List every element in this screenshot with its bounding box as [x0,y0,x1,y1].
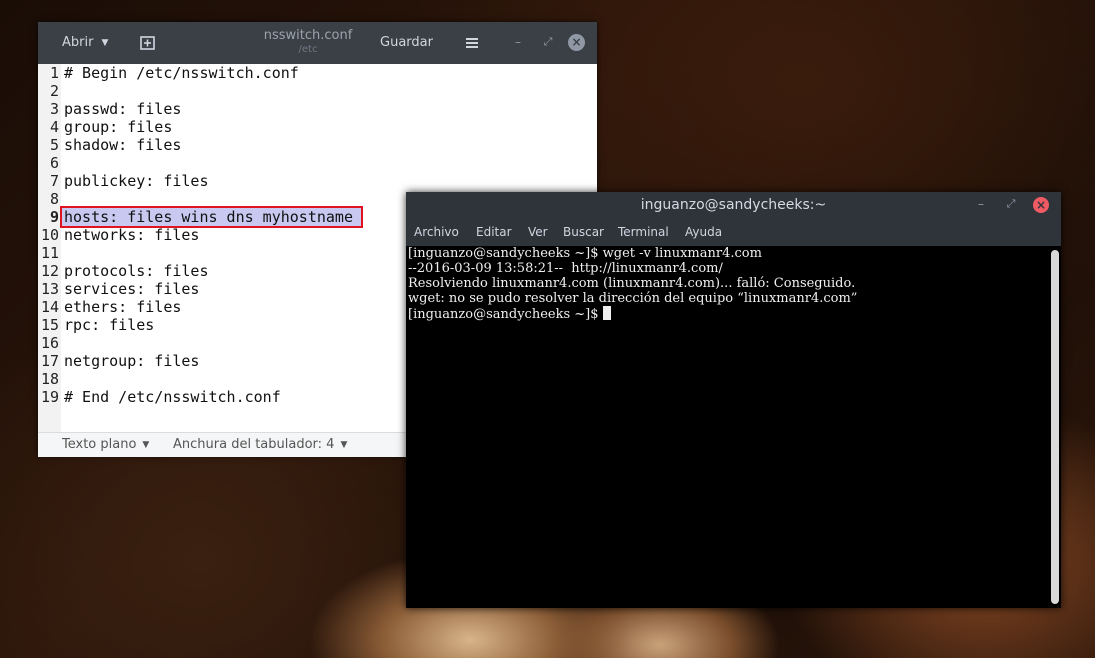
line-text: publickey: files [64,172,209,190]
chevron-down-icon: ▼ [142,440,150,450]
text-cursor [602,306,611,320]
menu-editar[interactable]: Editar [476,219,512,245]
terminal-window: inguanzo@sandycheeks:~ – ⤢ × Archivo Edi… [406,192,1061,608]
line-number: 15 [40,316,59,334]
tab-width-label: Anchura del tabulador: 4 [173,437,335,452]
scrollbar-thumb[interactable] [1051,250,1059,604]
menu-buscar[interactable]: Buscar [563,219,604,245]
line-number: 2 [49,82,59,100]
editor-line[interactable]: 2 [38,82,597,100]
line-number: 5 [49,136,59,154]
line-text: shadow: files [64,136,182,154]
terminal-prompt-line: [inguanzo@sandycheeks ~]$ [408,306,611,322]
line-number: 14 [40,298,59,316]
terminal-menubar: Archivo Editar Ver Buscar Terminal Ayuda [406,219,1061,247]
terminal-titlebar: inguanzo@sandycheeks:~ – ⤢ × [406,192,1061,219]
document-path: /etc [298,44,318,55]
editor-line[interactable]: 5 shadow: files [38,136,597,154]
editor-line[interactable]: 4 group: files [38,118,597,136]
line-number: 10 [40,226,59,244]
terminal-minimize-button[interactable]: – [974,197,988,211]
line-text: hosts: files wins dns myhostname [64,208,353,226]
line-text: services: files [64,280,200,298]
line-text: passwd: files [64,100,182,118]
line-number: 18 [40,370,59,388]
line-text: # Begin /etc/nsswitch.conf [64,64,299,82]
menu-ver[interactable]: Ver [528,219,548,245]
menu-terminal[interactable]: Terminal [618,219,669,245]
open-button[interactable]: Abrir ▼ [54,22,116,64]
terminal-line: Resolviendo linuxmanr4.com (linuxmanr4.c… [408,276,856,291]
line-number: 4 [49,118,59,136]
line-text: netgroup: files [64,352,200,370]
line-number: 9 [49,208,59,226]
chevron-down-icon: ▼ [340,440,348,450]
line-number: 16 [40,334,59,352]
new-tab-icon [140,36,155,50]
terminal-line: --2016-03-09 13:58:21-- http://linuxmanr… [408,261,723,276]
language-label: Texto plano [62,437,137,452]
line-number: 8 [49,190,59,208]
line-number: 17 [40,352,59,370]
line-number: 6 [49,154,59,172]
terminal-close-button[interactable]: × [1033,197,1049,213]
editor-line[interactable]: 1 # Begin /etc/nsswitch.conf [38,64,597,82]
editor-line[interactable]: 3 passwd: files [38,100,597,118]
line-number: 19 [40,388,59,406]
line-text: # End /etc/nsswitch.conf [64,388,281,406]
menu-ayuda[interactable]: Ayuda [685,219,722,245]
document-title: nsswitch.conf [263,28,353,43]
line-number: 12 [40,262,59,280]
close-button[interactable]: × [568,34,585,51]
tab-width-selector[interactable]: Anchura del tabulador: 4 ▼ [173,433,347,458]
line-text: rpc: files [64,316,155,334]
line-number: 11 [40,244,59,262]
terminal-maximize-button[interactable]: ⤢ [1004,197,1018,211]
save-button[interactable]: Guardar [372,22,441,64]
terminal-output[interactable]: [inguanzo@sandycheeks ~]$ wget -v linuxm… [406,246,1051,608]
chevron-down-icon: ▼ [101,38,109,48]
line-text: networks: files [64,226,200,244]
line-text: ethers: files [64,298,182,316]
line-number: 7 [49,172,59,190]
language-selector[interactable]: Texto plano ▼ [62,433,149,458]
open-label: Abrir [62,35,94,50]
gedit-titlebar: Abrir ▼ nsswitch.conf /etc Guardar – ⤢ × [38,22,597,64]
menu-archivo[interactable]: Archivo [414,219,459,245]
editor-line[interactable]: 7 publickey: files [38,172,597,190]
terminal-scrollbar[interactable] [1049,246,1061,608]
line-number: 13 [40,280,59,298]
line-number: 3 [49,100,59,118]
new-document-button[interactable] [138,34,158,52]
maximize-button[interactable]: ⤢ [540,34,556,50]
terminal-line: [inguanzo@sandycheeks ~]$ wget -v linuxm… [408,246,762,261]
editor-line[interactable]: 6 [38,154,597,172]
terminal-prompt: [inguanzo@sandycheeks ~]$ [408,307,599,322]
hamburger-menu-button[interactable] [464,35,480,51]
minimize-button[interactable]: – [510,34,526,50]
line-text: protocols: files [64,262,209,280]
line-text: group: files [64,118,173,136]
terminal-title: inguanzo@sandycheeks:~ [640,197,827,213]
line-number: 1 [49,64,59,82]
hamburger-icon [466,38,478,48]
terminal-line: wget: no se pudo resolver la dirección d… [408,291,858,306]
